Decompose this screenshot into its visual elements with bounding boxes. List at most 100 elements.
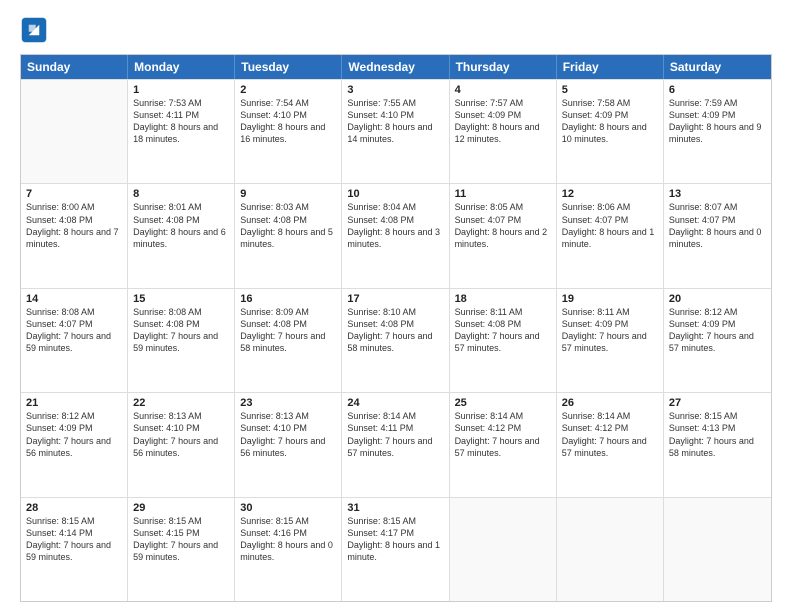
day-info: Sunrise: 7:57 AMSunset: 4:09 PMDaylight:… <box>455 97 551 146</box>
day-number: 14 <box>26 293 122 305</box>
header <box>20 16 772 44</box>
weekday-header: Monday <box>128 55 235 79</box>
day-info: Sunrise: 8:03 AMSunset: 4:08 PMDaylight:… <box>240 201 336 250</box>
calendar-cell: 30Sunrise: 8:15 AMSunset: 4:16 PMDayligh… <box>235 498 342 601</box>
day-info: Sunrise: 8:05 AMSunset: 4:07 PMDaylight:… <box>455 201 551 250</box>
calendar-cell: 3Sunrise: 7:55 AMSunset: 4:10 PMDaylight… <box>342 80 449 183</box>
day-number: 19 <box>562 293 658 305</box>
day-number: 29 <box>133 502 229 514</box>
day-info: Sunrise: 8:15 AMSunset: 4:16 PMDaylight:… <box>240 515 336 564</box>
day-info: Sunrise: 8:04 AMSunset: 4:08 PMDaylight:… <box>347 201 443 250</box>
day-number: 2 <box>240 84 336 96</box>
calendar-header: SundayMondayTuesdayWednesdayThursdayFrid… <box>21 55 771 79</box>
day-info: Sunrise: 8:10 AMSunset: 4:08 PMDaylight:… <box>347 306 443 355</box>
calendar-row: 1Sunrise: 7:53 AMSunset: 4:11 PMDaylight… <box>21 79 771 183</box>
day-number: 10 <box>347 188 443 200</box>
day-info: Sunrise: 7:58 AMSunset: 4:09 PMDaylight:… <box>562 97 658 146</box>
day-info: Sunrise: 8:15 AMSunset: 4:17 PMDaylight:… <box>347 515 443 564</box>
calendar-cell: 15Sunrise: 8:08 AMSunset: 4:08 PMDayligh… <box>128 289 235 392</box>
calendar-cell <box>664 498 771 601</box>
calendar-cell: 2Sunrise: 7:54 AMSunset: 4:10 PMDaylight… <box>235 80 342 183</box>
calendar-cell: 7Sunrise: 8:00 AMSunset: 4:08 PMDaylight… <box>21 184 128 287</box>
day-number: 8 <box>133 188 229 200</box>
calendar-cell: 11Sunrise: 8:05 AMSunset: 4:07 PMDayligh… <box>450 184 557 287</box>
day-info: Sunrise: 7:59 AMSunset: 4:09 PMDaylight:… <box>669 97 766 146</box>
calendar-cell: 31Sunrise: 8:15 AMSunset: 4:17 PMDayligh… <box>342 498 449 601</box>
day-info: Sunrise: 8:12 AMSunset: 4:09 PMDaylight:… <box>669 306 766 355</box>
day-number: 1 <box>133 84 229 96</box>
day-info: Sunrise: 8:13 AMSunset: 4:10 PMDaylight:… <box>133 410 229 459</box>
day-info: Sunrise: 7:54 AMSunset: 4:10 PMDaylight:… <box>240 97 336 146</box>
calendar-cell: 22Sunrise: 8:13 AMSunset: 4:10 PMDayligh… <box>128 393 235 496</box>
day-number: 11 <box>455 188 551 200</box>
calendar-cell: 25Sunrise: 8:14 AMSunset: 4:12 PMDayligh… <box>450 393 557 496</box>
day-number: 12 <box>562 188 658 200</box>
day-number: 9 <box>240 188 336 200</box>
calendar-cell: 21Sunrise: 8:12 AMSunset: 4:09 PMDayligh… <box>21 393 128 496</box>
calendar-cell: 24Sunrise: 8:14 AMSunset: 4:11 PMDayligh… <box>342 393 449 496</box>
day-info: Sunrise: 7:55 AMSunset: 4:10 PMDaylight:… <box>347 97 443 146</box>
calendar-body: 1Sunrise: 7:53 AMSunset: 4:11 PMDaylight… <box>21 79 771 601</box>
calendar-row: 28Sunrise: 8:15 AMSunset: 4:14 PMDayligh… <box>21 497 771 601</box>
day-info: Sunrise: 8:00 AMSunset: 4:08 PMDaylight:… <box>26 201 122 250</box>
calendar-cell: 29Sunrise: 8:15 AMSunset: 4:15 PMDayligh… <box>128 498 235 601</box>
calendar: SundayMondayTuesdayWednesdayThursdayFrid… <box>20 54 772 602</box>
day-number: 20 <box>669 293 766 305</box>
day-number: 27 <box>669 397 766 409</box>
weekday-header: Thursday <box>450 55 557 79</box>
day-number: 31 <box>347 502 443 514</box>
calendar-cell: 12Sunrise: 8:06 AMSunset: 4:07 PMDayligh… <box>557 184 664 287</box>
day-number: 7 <box>26 188 122 200</box>
day-info: Sunrise: 8:11 AMSunset: 4:08 PMDaylight:… <box>455 306 551 355</box>
day-number: 15 <box>133 293 229 305</box>
calendar-cell: 18Sunrise: 8:11 AMSunset: 4:08 PMDayligh… <box>450 289 557 392</box>
day-info: Sunrise: 8:14 AMSunset: 4:11 PMDaylight:… <box>347 410 443 459</box>
day-number: 26 <box>562 397 658 409</box>
day-number: 24 <box>347 397 443 409</box>
calendar-cell: 10Sunrise: 8:04 AMSunset: 4:08 PMDayligh… <box>342 184 449 287</box>
day-number: 25 <box>455 397 551 409</box>
calendar-cell: 19Sunrise: 8:11 AMSunset: 4:09 PMDayligh… <box>557 289 664 392</box>
day-number: 18 <box>455 293 551 305</box>
calendar-cell: 8Sunrise: 8:01 AMSunset: 4:08 PMDaylight… <box>128 184 235 287</box>
day-number: 17 <box>347 293 443 305</box>
weekday-header: Sunday <box>21 55 128 79</box>
calendar-cell: 6Sunrise: 7:59 AMSunset: 4:09 PMDaylight… <box>664 80 771 183</box>
calendar-row: 7Sunrise: 8:00 AMSunset: 4:08 PMDaylight… <box>21 183 771 287</box>
calendar-cell: 16Sunrise: 8:09 AMSunset: 4:08 PMDayligh… <box>235 289 342 392</box>
day-number: 13 <box>669 188 766 200</box>
calendar-cell <box>557 498 664 601</box>
logo <box>20 16 52 44</box>
page: SundayMondayTuesdayWednesdayThursdayFrid… <box>0 0 792 612</box>
calendar-cell: 13Sunrise: 8:07 AMSunset: 4:07 PMDayligh… <box>664 184 771 287</box>
day-number: 16 <box>240 293 336 305</box>
day-info: Sunrise: 8:11 AMSunset: 4:09 PMDaylight:… <box>562 306 658 355</box>
day-number: 6 <box>669 84 766 96</box>
weekday-header: Saturday <box>664 55 771 79</box>
day-info: Sunrise: 8:08 AMSunset: 4:07 PMDaylight:… <box>26 306 122 355</box>
calendar-cell <box>450 498 557 601</box>
day-number: 3 <box>347 84 443 96</box>
day-number: 21 <box>26 397 122 409</box>
day-info: Sunrise: 8:13 AMSunset: 4:10 PMDaylight:… <box>240 410 336 459</box>
weekday-header: Wednesday <box>342 55 449 79</box>
day-info: Sunrise: 8:09 AMSunset: 4:08 PMDaylight:… <box>240 306 336 355</box>
day-info: Sunrise: 8:08 AMSunset: 4:08 PMDaylight:… <box>133 306 229 355</box>
day-info: Sunrise: 8:15 AMSunset: 4:13 PMDaylight:… <box>669 410 766 459</box>
weekday-header: Friday <box>557 55 664 79</box>
day-info: Sunrise: 8:06 AMSunset: 4:07 PMDaylight:… <box>562 201 658 250</box>
calendar-cell: 17Sunrise: 8:10 AMSunset: 4:08 PMDayligh… <box>342 289 449 392</box>
day-info: Sunrise: 8:15 AMSunset: 4:14 PMDaylight:… <box>26 515 122 564</box>
day-info: Sunrise: 8:01 AMSunset: 4:08 PMDaylight:… <box>133 201 229 250</box>
calendar-cell: 1Sunrise: 7:53 AMSunset: 4:11 PMDaylight… <box>128 80 235 183</box>
calendar-cell: 4Sunrise: 7:57 AMSunset: 4:09 PMDaylight… <box>450 80 557 183</box>
day-number: 4 <box>455 84 551 96</box>
calendar-cell: 23Sunrise: 8:13 AMSunset: 4:10 PMDayligh… <box>235 393 342 496</box>
day-info: Sunrise: 8:14 AMSunset: 4:12 PMDaylight:… <box>562 410 658 459</box>
calendar-cell: 5Sunrise: 7:58 AMSunset: 4:09 PMDaylight… <box>557 80 664 183</box>
calendar-row: 21Sunrise: 8:12 AMSunset: 4:09 PMDayligh… <box>21 392 771 496</box>
calendar-cell: 20Sunrise: 8:12 AMSunset: 4:09 PMDayligh… <box>664 289 771 392</box>
day-number: 22 <box>133 397 229 409</box>
day-info: Sunrise: 8:15 AMSunset: 4:15 PMDaylight:… <box>133 515 229 564</box>
day-number: 23 <box>240 397 336 409</box>
